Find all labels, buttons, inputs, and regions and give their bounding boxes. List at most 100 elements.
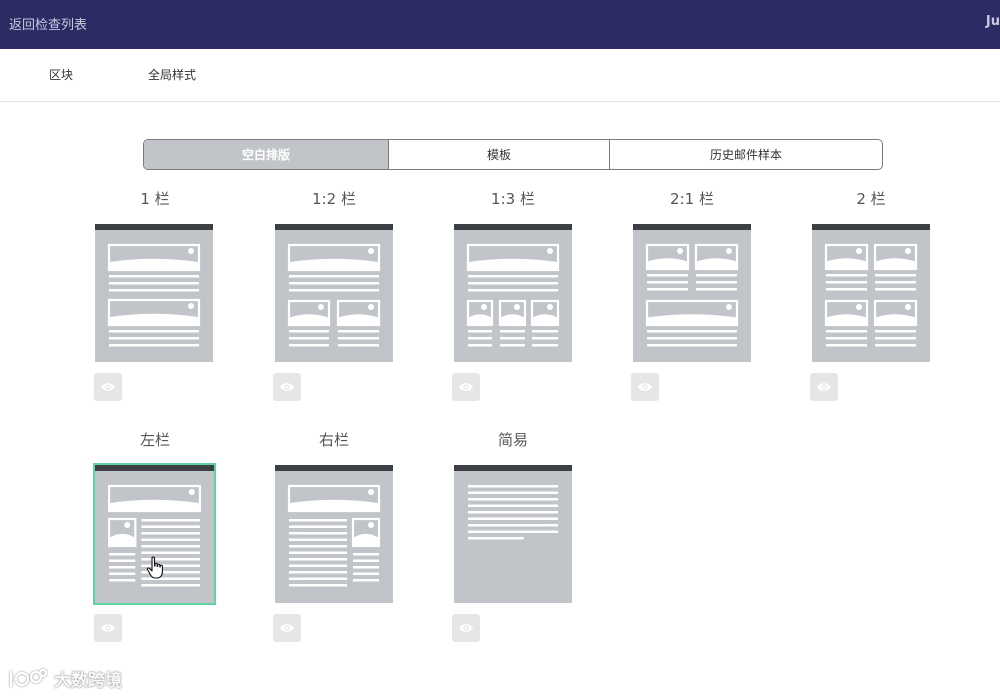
text-line xyxy=(468,344,492,347)
text-line xyxy=(875,281,916,284)
text-line xyxy=(289,275,379,278)
text-line xyxy=(109,566,136,569)
template-title-two-col: 2 栏 xyxy=(856,190,886,208)
text-line xyxy=(826,337,867,340)
text-line xyxy=(468,537,524,540)
template-title-two-one: 2:1 栏 xyxy=(670,190,714,208)
text-line xyxy=(109,337,199,340)
text-line xyxy=(468,485,558,488)
template-thumb-left-sidebar[interactable] xyxy=(93,463,216,605)
text-line xyxy=(338,330,379,333)
text-line xyxy=(289,532,347,535)
layout-preview-graphic xyxy=(287,243,381,347)
text-line xyxy=(289,551,347,554)
text-line xyxy=(468,517,558,520)
template-thumb-right-sidebar[interactable] xyxy=(275,465,393,603)
template-thumb-one-two[interactable] xyxy=(275,224,393,362)
layout-preview-graphic xyxy=(107,243,201,347)
user-name[interactable]: Ju xyxy=(986,14,1000,29)
layout-preview-graphic xyxy=(468,485,558,540)
text-line xyxy=(500,337,525,340)
text-line xyxy=(141,532,200,535)
text-line xyxy=(696,281,737,284)
preview-button[interactable] xyxy=(94,614,122,642)
text-line xyxy=(468,491,558,494)
watermark-text: 大数跨境 xyxy=(54,671,122,691)
layout-preview-graphic xyxy=(824,243,918,347)
text-line xyxy=(647,337,737,340)
tab-blocks[interactable]: 区块 xyxy=(49,66,73,83)
tab-global-styles[interactable]: 全局样式 xyxy=(148,66,196,83)
text-line xyxy=(647,330,737,333)
text-line xyxy=(468,530,558,533)
text-line xyxy=(826,274,867,277)
text-line xyxy=(826,288,867,291)
text-line xyxy=(647,274,688,277)
text-line xyxy=(141,551,200,554)
template-thumb-two-one[interactable] xyxy=(633,224,751,362)
text-line xyxy=(353,572,379,575)
logo-icon xyxy=(9,668,48,687)
segment-past-email-samples[interactable]: 历史邮件样本 xyxy=(610,140,882,169)
text-line xyxy=(647,288,688,291)
template-thumb-two-col[interactable] xyxy=(812,224,930,362)
hand-pointer-icon xyxy=(146,556,163,579)
text-line xyxy=(289,525,347,528)
text-line xyxy=(289,289,379,292)
preview-button[interactable] xyxy=(273,614,301,642)
text-line xyxy=(289,282,379,285)
text-line xyxy=(289,330,329,333)
text-line xyxy=(141,584,200,587)
watermark: 大数跨境 xyxy=(8,666,122,691)
layout-preview-graphic xyxy=(287,484,381,587)
template-title-right-sidebar: 右栏 xyxy=(318,431,349,449)
text-line xyxy=(468,337,492,340)
text-line xyxy=(875,330,916,333)
template-title-left-sidebar: 左栏 xyxy=(139,431,170,449)
preview-button[interactable] xyxy=(94,373,122,401)
back-to-checklist-link[interactable]: 返回检查列表 xyxy=(9,14,87,33)
text-line xyxy=(109,344,199,347)
text-line xyxy=(500,330,525,333)
preview-button[interactable] xyxy=(273,373,301,401)
layout-preview-graphic xyxy=(108,484,201,587)
text-line xyxy=(289,584,347,587)
preview-button[interactable] xyxy=(452,614,480,642)
text-line xyxy=(532,344,558,347)
text-line xyxy=(141,525,200,528)
sub-nav: 区块 全局样式 xyxy=(0,49,1000,102)
text-line xyxy=(289,545,347,548)
template-title-simple: 简易 xyxy=(497,431,528,449)
text-line xyxy=(289,577,347,580)
text-line xyxy=(468,282,558,285)
text-line xyxy=(532,330,558,333)
text-line xyxy=(141,519,200,522)
text-line xyxy=(109,553,136,556)
layout-preview-graphic xyxy=(466,243,560,347)
segment-blank-layout[interactable]: 空白排版 xyxy=(144,140,389,169)
template-thumb-simple[interactable] xyxy=(454,465,572,603)
text-line xyxy=(468,275,558,278)
text-line xyxy=(338,344,379,347)
text-line xyxy=(109,559,136,562)
text-line xyxy=(647,344,737,347)
text-line xyxy=(141,545,200,548)
text-line xyxy=(696,288,737,291)
text-line xyxy=(875,337,916,340)
text-line xyxy=(696,274,737,277)
layout-preview-graphic xyxy=(645,243,739,347)
text-line xyxy=(289,558,347,561)
segment-templates[interactable]: 模板 xyxy=(389,140,610,169)
text-line xyxy=(109,579,136,582)
text-line xyxy=(468,511,558,514)
text-line xyxy=(826,281,867,284)
text-line xyxy=(109,282,199,285)
text-line xyxy=(141,538,200,541)
preview-button[interactable] xyxy=(810,373,838,401)
preview-button[interactable] xyxy=(452,373,480,401)
top-bar: 返回检查列表 Ju xyxy=(0,0,1000,49)
preview-button[interactable] xyxy=(631,373,659,401)
template-thumb-one-three[interactable] xyxy=(454,224,572,362)
text-line xyxy=(468,498,558,501)
template-thumb-one-col[interactable] xyxy=(95,224,213,362)
